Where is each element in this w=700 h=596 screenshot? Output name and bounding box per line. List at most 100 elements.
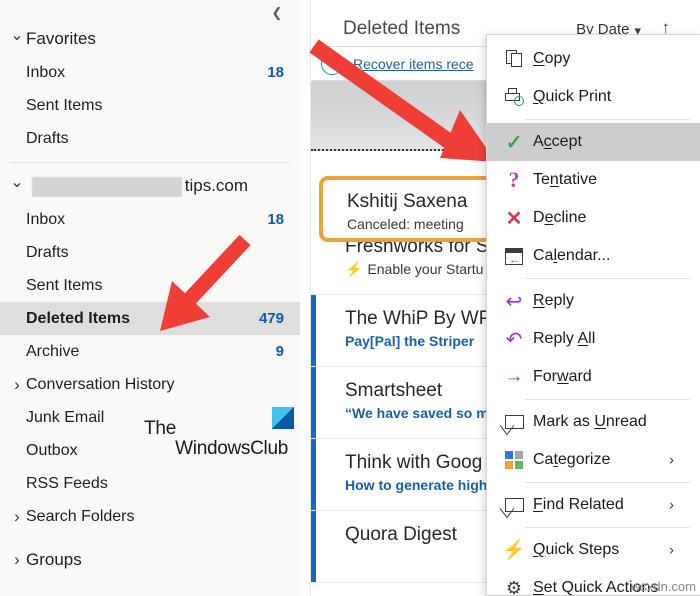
chevron-down-icon xyxy=(8,176,26,196)
message-subject: Canceled: meeting xyxy=(347,216,464,232)
tentative-question-icon: ? xyxy=(508,167,520,192)
chevron-right-icon: › xyxy=(669,541,674,559)
menu-item-label: Tentative xyxy=(533,171,598,188)
menu-item-label: Calendar... xyxy=(533,247,611,264)
folder-label: Archive xyxy=(26,342,80,360)
sidebar-item-drafts[interactable]: Drafts xyxy=(0,236,300,269)
chevron-right-icon: › xyxy=(669,496,674,514)
menu-separator xyxy=(525,399,690,400)
menu-item-label: Accept xyxy=(533,133,582,150)
account-domain: tips.com xyxy=(184,176,249,195)
sidebar-item-deleted-items[interactable]: Deleted Items 479 xyxy=(0,302,300,335)
menu-item-label: Reply All xyxy=(533,330,596,347)
favorites-label: Favorites xyxy=(26,29,96,48)
menu-item-reply-all[interactable]: ↶ Reply All xyxy=(487,320,700,358)
sidebar-group-account[interactable]: AAAAAAAAAAAAAAtips.com xyxy=(0,169,300,203)
menu-item-categorize[interactable]: Categorize › xyxy=(487,441,700,479)
folder-label: Inbox xyxy=(26,210,66,228)
envelope-icon xyxy=(499,415,529,429)
menu-item-label: Categorize xyxy=(533,451,611,468)
recover-items-link[interactable]: Recover items rece xyxy=(353,56,474,72)
message-subject: Enable your Startu xyxy=(367,261,484,277)
menu-item-label: Forward xyxy=(533,368,592,385)
account-name: AAAAAAAAAAAAAAtips.com xyxy=(26,176,249,197)
menu-item-label: Mark as Unread xyxy=(533,413,647,430)
menu-separator xyxy=(525,482,690,483)
folder-label: Inbox xyxy=(26,63,66,81)
sidebar-divider xyxy=(10,162,290,163)
menu-item-forward[interactable]: → Forward xyxy=(487,358,700,396)
folder-label: Drafts xyxy=(26,243,69,261)
page-title: Deleted Items xyxy=(343,18,461,39)
sidebar-group-groups[interactable]: Groups xyxy=(0,543,300,577)
chevron-left-icon[interactable]: ❮ xyxy=(268,4,286,22)
sidebar-item-rss-feeds[interactable]: RSS Feeds xyxy=(0,467,300,500)
sidebar-item-junk-email[interactable]: Junk Email xyxy=(0,401,300,434)
menu-item-quick-steps[interactable]: ⚡ Quick Steps › xyxy=(487,531,700,569)
menu-item-label: Decline xyxy=(533,209,587,226)
folder-label: Search Folders xyxy=(26,507,135,525)
find-related-icon xyxy=(499,498,529,512)
unread-count: 479 xyxy=(258,310,284,327)
folder-label: Junk Email xyxy=(26,408,105,426)
menu-separator xyxy=(525,119,690,120)
menu-item-tentative[interactable]: ? Tentative xyxy=(487,161,700,199)
menu-item-quick-print[interactable]: Quick Print xyxy=(487,78,700,116)
unread-count: 18 xyxy=(267,211,284,228)
chevron-right-icon xyxy=(8,375,26,395)
categorize-icon xyxy=(499,451,529,469)
folder-label: RSS Feeds xyxy=(26,474,108,492)
calendar-icon: ← xyxy=(499,247,529,265)
copy-icon xyxy=(499,50,529,68)
folder-pane: ❮ Favorites Inbox 18 Sent Items Drafts A… xyxy=(0,0,300,596)
sidebar-group-favorites[interactable]: Favorites xyxy=(0,22,300,56)
message-sender: Kshitij Saxena xyxy=(347,191,468,212)
gear-icon: ⚙ xyxy=(505,577,523,596)
unread-count: 18 xyxy=(267,64,284,81)
sidebar-item-sent-items[interactable]: Sent Items xyxy=(0,269,300,302)
outlook-window: ❮ Favorites Inbox 18 Sent Items Drafts A… xyxy=(0,0,700,596)
sidebar-item-outbox[interactable]: Outbox xyxy=(0,434,300,467)
reply-all-icon: ↶ xyxy=(505,328,523,351)
corner-watermark: wsxdn.com xyxy=(630,579,696,594)
sidebar-item-search-folders[interactable]: Search Folders xyxy=(0,500,300,533)
quick-steps-bolt-icon: ⚡ xyxy=(502,540,526,561)
reply-icon: ↩ xyxy=(505,290,523,313)
menu-item-accept[interactable]: ✓ Accept xyxy=(487,123,700,161)
sidebar-item-inbox[interactable]: Inbox 18 xyxy=(0,203,300,236)
menu-item-label: Quick Print xyxy=(533,88,612,105)
menu-item-label: Reply xyxy=(533,292,574,309)
sidebar-item-archive[interactable]: Archive 9 xyxy=(0,335,300,368)
folder-label: Sent Items xyxy=(26,276,103,294)
menu-item-label: Copy xyxy=(533,50,571,67)
bolt-icon: ⚡ xyxy=(345,261,363,277)
sidebar-item-conversation-history[interactable]: Conversation History xyxy=(0,368,300,401)
menu-item-calendar[interactable]: ← Calendar... xyxy=(487,237,700,275)
folder-label: Sent Items xyxy=(26,96,103,114)
menu-separator xyxy=(525,278,690,279)
decline-x-icon: ✕ xyxy=(505,207,523,230)
menu-item-mark-as-unread[interactable]: Mark as Unread xyxy=(487,403,700,441)
highlighted-message-kshitij-saxena[interactable]: Kshitij Saxena Canceled: meeting xyxy=(319,176,501,242)
context-menu: Copy Quick Print ✓ Accept ? Tentative ✕ … xyxy=(486,34,700,596)
folder-label: Outbox xyxy=(26,441,78,459)
accept-check-icon: ✓ xyxy=(505,131,523,154)
redacted-block xyxy=(32,177,182,197)
menu-item-copy[interactable]: Copy xyxy=(487,40,700,78)
sidebar-item-fav-drafts[interactable]: Drafts xyxy=(0,122,300,155)
menu-item-decline[interactable]: ✕ Decline xyxy=(487,199,700,237)
info-icon: i xyxy=(321,52,343,75)
menu-item-label: Quick Steps xyxy=(533,541,620,558)
chevron-right-icon xyxy=(8,550,26,570)
folder-label: Drafts xyxy=(26,129,69,147)
sidebar-item-fav-inbox[interactable]: Inbox 18 xyxy=(0,56,300,89)
menu-separator xyxy=(525,527,690,528)
menu-item-label: Find Related xyxy=(533,496,624,513)
chevron-down-icon xyxy=(8,29,26,49)
chevron-right-icon: › xyxy=(669,451,674,469)
forward-arrow-icon: → xyxy=(504,366,524,387)
quick-print-icon xyxy=(499,88,529,106)
menu-item-find-related[interactable]: Find Related › xyxy=(487,486,700,524)
sidebar-item-fav-sent-items[interactable]: Sent Items xyxy=(0,89,300,122)
menu-item-reply[interactable]: ↩ Reply xyxy=(487,282,700,320)
